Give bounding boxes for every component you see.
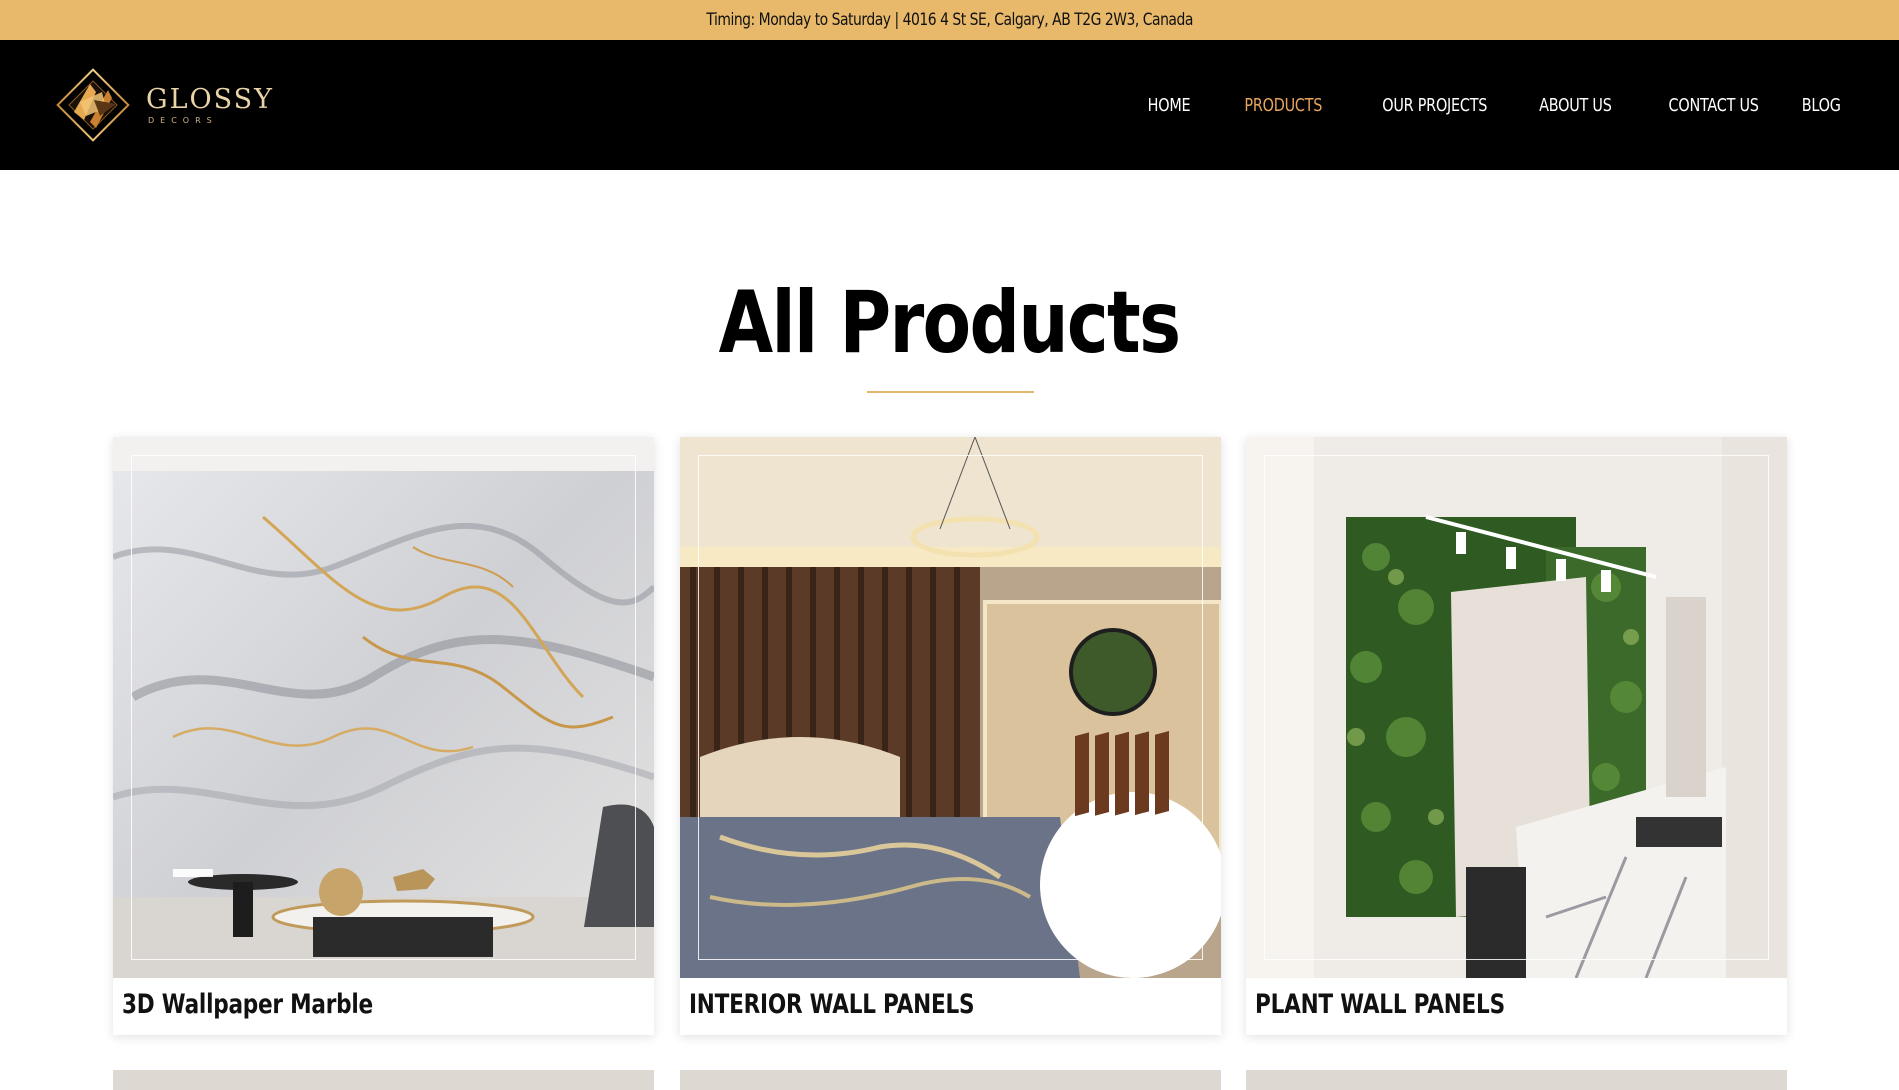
image-frame xyxy=(1264,455,1769,960)
product-image-marble[interactable] xyxy=(113,437,654,978)
product-card-row2-1[interactable] xyxy=(113,1070,654,1090)
product-card-row2-3[interactable] xyxy=(1246,1070,1787,1090)
product-title[interactable]: PLANT WALL PANELS xyxy=(1255,989,1505,1020)
nav-contact-us[interactable]: CONTACT US xyxy=(1668,95,1758,116)
title-divider xyxy=(867,391,1034,393)
main-nav: HOME PRODUCTS OUR PROJECTS ABOUT US CONT… xyxy=(1103,40,1841,170)
product-title[interactable]: INTERIOR WALL PANELS xyxy=(689,989,975,1020)
product-card-3d-wallpaper-marble[interactable]: 3D Wallpaper Marble xyxy=(113,437,654,1035)
product-card-interior-wall-panels[interactable]: INTERIOR WALL PANELS xyxy=(680,437,1221,1035)
image-frame xyxy=(698,455,1203,960)
logo-diamond-icon xyxy=(50,62,136,148)
logo-title: GLOSSY xyxy=(146,83,274,115)
product-image-plant-wall[interactable] xyxy=(1246,437,1787,978)
page-title: All Products xyxy=(719,272,1182,373)
nav-about-us[interactable]: ABOUT US xyxy=(1539,95,1612,116)
product-image-bedroom[interactable] xyxy=(680,437,1221,978)
top-info-bar: Timing: Monday to Saturday | 4016 4 St S… xyxy=(0,0,1899,40)
product-title[interactable]: 3D Wallpaper Marble xyxy=(122,989,373,1020)
product-card-row2-2[interactable] xyxy=(680,1070,1221,1090)
top-info-text: Timing: Monday to Saturday | 4016 4 St S… xyxy=(706,10,1193,30)
site-logo[interactable]: GLOSSY DECORS xyxy=(50,62,274,148)
nav-our-projects[interactable]: OUR PROJECTS xyxy=(1382,95,1487,116)
site-header: GLOSSY DECORS HOME PRODUCTS OUR PROJECTS… xyxy=(0,40,1899,170)
nav-products[interactable]: PRODUCTS xyxy=(1244,95,1322,116)
image-frame xyxy=(131,455,636,960)
product-card-plant-wall-panels[interactable]: PLANT WALL PANELS xyxy=(1246,437,1787,1035)
nav-blog[interactable]: BLOG xyxy=(1802,95,1841,116)
logo-subtitle: DECORS xyxy=(148,115,218,125)
nav-home[interactable]: HOME xyxy=(1148,95,1191,116)
